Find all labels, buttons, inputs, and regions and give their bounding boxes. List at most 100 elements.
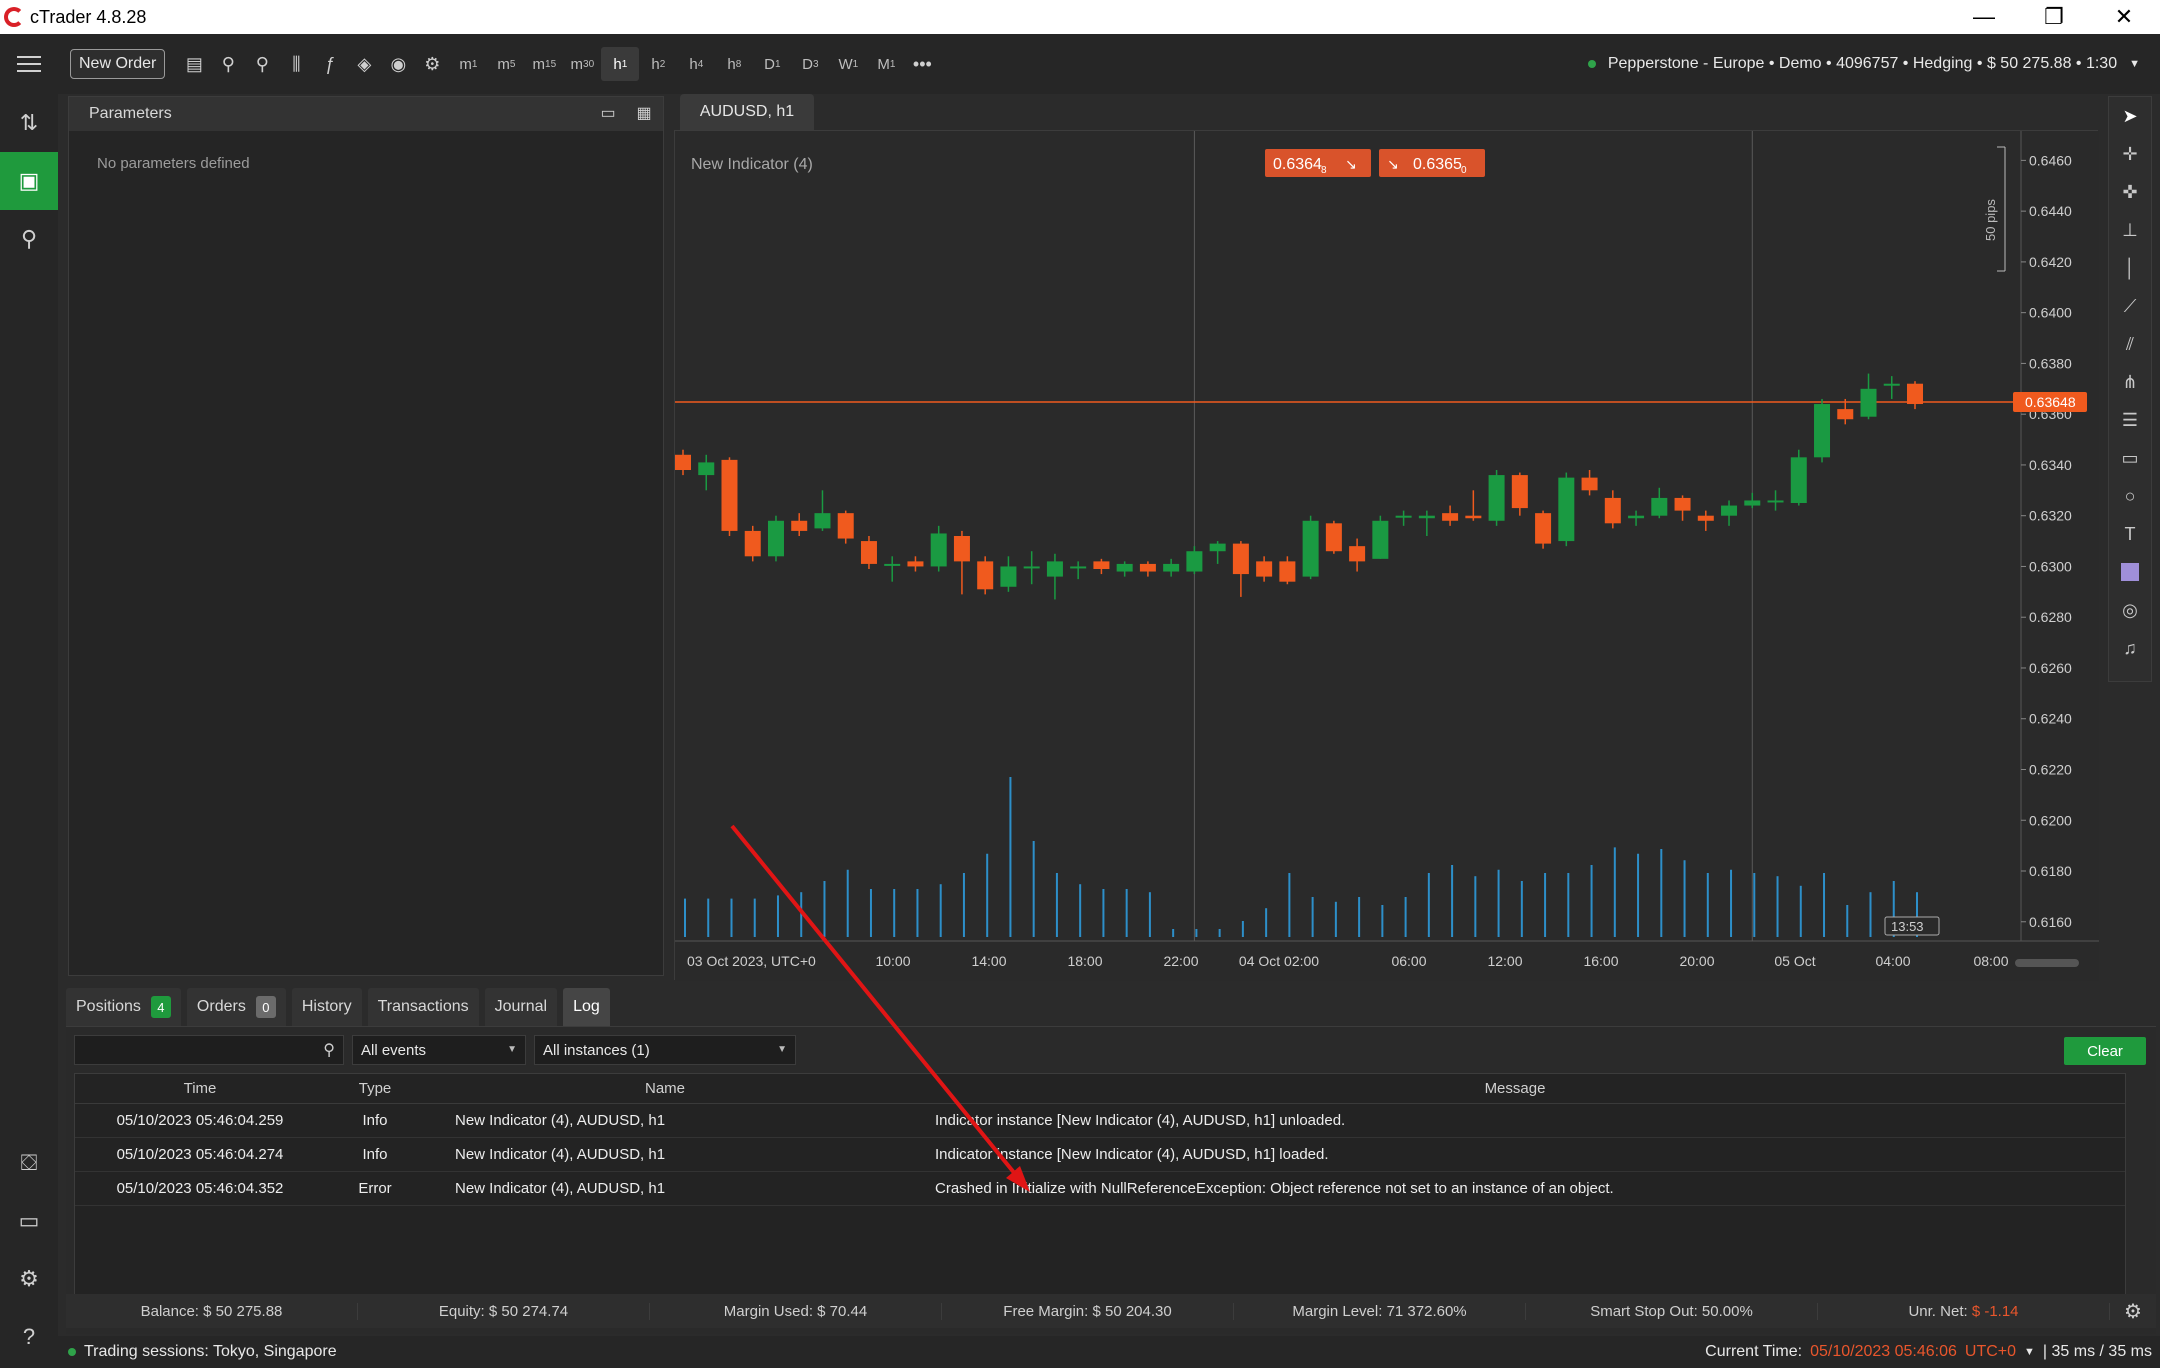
save-icon[interactable]: ▦ [633, 103, 655, 125]
pips-label: 50 pips [1983, 199, 1998, 241]
minimize-button[interactable]: — [1950, 0, 2018, 34]
trend-line-icon[interactable]: ⟋ [2109, 287, 2151, 325]
tab-positions[interactable]: Positions 4 [66, 988, 181, 1026]
help-icon[interactable]: ? [0, 1308, 58, 1366]
candle-body [884, 563, 901, 566]
tab-transactions[interactable]: Transactions [367, 988, 479, 1026]
chart-scrollbar[interactable] [2015, 959, 2079, 967]
clear-log-button[interactable]: Clear [2064, 1037, 2146, 1065]
timeframe-W1[interactable]: W1 [829, 47, 867, 81]
candle-body [1628, 515, 1645, 519]
zoom-out-icon[interactable]: ⚲ [245, 47, 279, 81]
session-status-icon [68, 1348, 76, 1356]
timeframe-D3[interactable]: D3 [791, 47, 829, 81]
fibonacci-icon[interactable]: ☰ [2109, 401, 2151, 439]
search-icon: ⚲ [323, 1042, 335, 1059]
x-tick-label: 03 Oct 2023, UTC+0 [687, 953, 816, 969]
trading-sessions[interactable]: Trading sessions: Tokyo, Singapore [84, 1343, 337, 1361]
ellipse-icon[interactable]: ○ [2109, 477, 2151, 515]
timeframe-m30[interactable]: m 30 [563, 47, 601, 81]
cursor-icon[interactable]: ➤ [2109, 97, 2151, 135]
candle-body [1767, 500, 1784, 503]
chart-type-icon[interactable]: ⫼ [279, 47, 313, 81]
visibility-icon[interactable]: ◎ [2109, 591, 2151, 629]
zoom-in-icon[interactable]: ⚲ [211, 47, 245, 81]
instances-filter-select[interactable]: All instances (1) ▼ [534, 1035, 796, 1065]
more-icon[interactable]: ••• [905, 47, 939, 81]
candle-body [1837, 409, 1854, 420]
log-row[interactable]: 05/10/2023 05:46:04.352 Error New Indicato… [75, 1172, 2125, 1206]
message-column-header[interactable]: Message [905, 1080, 2125, 1097]
margin-used: Margin Used: $ 70.44 [650, 1302, 942, 1320]
chart-settings-icon[interactable]: ⚙ [415, 47, 449, 81]
candle-body [1302, 520, 1319, 577]
timeframe-m5[interactable]: m5 [487, 47, 525, 81]
time-column-header[interactable]: Time [75, 1080, 325, 1097]
settings-icon[interactable]: ⚙ [0, 1250, 58, 1308]
text-icon[interactable]: T [2109, 515, 2151, 553]
log-row[interactable]: 05/10/2023 05:46:04.259 Info New Indicator… [75, 1104, 2125, 1138]
pitchfork-icon[interactable]: ⋔ [2109, 363, 2151, 401]
tab-log[interactable]: Log [563, 988, 610, 1026]
timeframe-h2[interactable]: h2 [639, 47, 677, 81]
trade-icon[interactable]: ⇅ [0, 94, 58, 152]
events-filter-select[interactable]: All events ▼ [352, 1035, 526, 1065]
watch-icon[interactable]: ◉ [381, 47, 415, 81]
restore-button[interactable]: ❐ [2020, 0, 2088, 34]
timeframe-M1[interactable]: M1 [867, 47, 905, 81]
wallet-icon[interactable]: ▭ [0, 1192, 58, 1250]
price-chart[interactable]: 0.64600.64400.64200.64000.63800.63600.63… [675, 131, 2099, 981]
timeframe-D1[interactable]: D1 [753, 47, 791, 81]
timeframe-h4[interactable]: h4 [677, 47, 715, 81]
name-column-header[interactable]: Name [425, 1080, 905, 1097]
account-status-bar: Balance: $ 50 275.88 Equity: $ 50 274.74… [66, 1294, 2156, 1328]
indicators-icon[interactable]: ƒ [313, 47, 347, 81]
tab-orders[interactable]: Orders 0 [186, 988, 286, 1026]
analyze-icon[interactable]: ⚲ [0, 210, 58, 268]
timeframe-m1[interactable]: m1 [449, 47, 487, 81]
candle-body [1674, 497, 1691, 511]
timeframe-m15[interactable]: m 15 [525, 47, 563, 81]
chart-tab-audusd[interactable]: AUDUSD, h1 [680, 94, 814, 130]
account-info[interactable]: Pepperstone - Europe • Demo • 4096757 • … [1587, 34, 2140, 94]
magnet-icon[interactable]: ✜ [2109, 173, 2151, 211]
candle-body [1372, 520, 1389, 559]
log-table: Time Type Name Message 05/10/2023 05:46:… [74, 1073, 2126, 1321]
rectangle-icon[interactable]: ▭ [2109, 439, 2151, 477]
candle-body [1209, 543, 1226, 552]
type-column-header[interactable]: Type [325, 1080, 425, 1097]
timezone-select[interactable]: UTC+0 [1965, 1343, 2016, 1361]
candle-body [953, 536, 970, 562]
automate-icon[interactable]: ▣ [0, 152, 58, 210]
new-order-button[interactable]: New Order [70, 49, 166, 79]
buy-arrow-icon: ↘ [1387, 157, 1399, 173]
color-icon[interactable] [2109, 553, 2151, 591]
timeframe-h1[interactable]: h1 [601, 47, 640, 81]
timezone-dropdown-icon[interactable]: ▼ [2024, 1346, 2035, 1358]
layers-icon[interactable]: ◈ [347, 47, 381, 81]
log-cell-message: Crashed in Initialize with NullReference… [935, 1180, 1614, 1197]
close-button[interactable]: ✕ [2090, 0, 2158, 34]
timeframe-h8[interactable]: h8 [715, 47, 753, 81]
tab-journal[interactable]: Journal [484, 988, 558, 1026]
layout-icon[interactable]: ▤ [177, 47, 211, 81]
horizontal-line-icon[interactable]: ⊥ [2109, 211, 2151, 249]
tab-history[interactable]: History [291, 988, 362, 1026]
buy-price: 0.6365 [1413, 156, 1462, 173]
menu-icon[interactable] [0, 34, 58, 94]
channel-icon[interactable]: ⫽ [2109, 325, 2151, 363]
log-search-input[interactable]: ⚲ [74, 1035, 344, 1065]
left-sidebar: ⇅ ▣ ⚲ ⛋ ▭ ⚙ ? [0, 94, 58, 1368]
copy-icon[interactable]: ⛋ [0, 1134, 58, 1192]
crosshair-icon[interactable]: ✛ [2109, 135, 2151, 173]
y-tick-label: 0.6320 [2029, 508, 2072, 524]
candle-body [1535, 513, 1552, 544]
vertical-line-icon[interactable]: │ [2109, 249, 2151, 287]
log-row[interactable]: 05/10/2023 05:46:04.274 Info New Indicator… [75, 1138, 2125, 1172]
buy-price-pip: 0 [1461, 165, 1467, 176]
alert-bell-icon[interactable]: ♫ [2109, 629, 2151, 667]
account-dropdown-icon[interactable]: ▼ [2129, 58, 2140, 70]
log-cell-name: New Indicator (4), AUDUSD, h1 [455, 1146, 666, 1163]
open-folder-icon[interactable]: ▭ [597, 103, 619, 125]
status-settings-icon[interactable]: ⚙ [2110, 1299, 2156, 1324]
